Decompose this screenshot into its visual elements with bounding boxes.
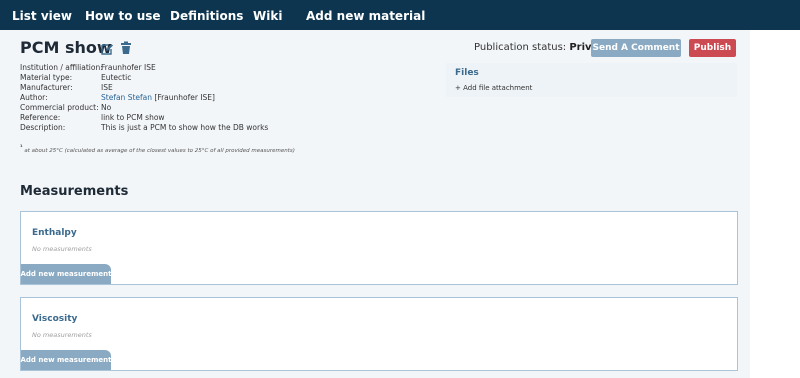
nav-list-view[interactable]: List view (12, 9, 72, 23)
measurement-card-enthalpy: Enthalpy No measurements Add new measure… (20, 211, 738, 285)
property-key: Material type: (20, 73, 73, 82)
publication-status-label: Publication status: (474, 42, 567, 53)
property-key: Description: (20, 123, 66, 132)
nav-add-new-material[interactable]: Add new material (306, 9, 425, 23)
property-row: Reference: link to PCM show (20, 113, 268, 123)
material-properties: Institution / affiliation: Fraunhofer IS… (20, 63, 268, 133)
add-file-attachment-link[interactable]: + Add file attachment (455, 84, 532, 92)
measurement-empty-text: No measurements (32, 245, 92, 253)
property-value: Fraunhofer ISE (101, 63, 156, 72)
measurement-card-viscosity: Viscosity No measurements Add new measur… (20, 297, 738, 371)
property-value: No (101, 103, 112, 112)
footnote-text: at about 25°C (calculated as average of … (24, 147, 295, 154)
property-key: Institution / affiliation: (20, 63, 103, 72)
property-value: This is just a PCM to show how the DB wo… (101, 123, 269, 132)
property-row: Author: Stefan Stefan [Fraunhofer ISE] (20, 93, 268, 103)
measurement-empty-text: No measurements (32, 331, 92, 339)
measurements-heading: Measurements (20, 184, 129, 199)
nav-wiki[interactable]: Wiki (253, 9, 282, 23)
measurement-card-title: Viscosity (32, 314, 78, 324)
edit-icon[interactable] (100, 41, 114, 55)
property-value: Stefan Stefan [Fraunhofer ISE] (101, 93, 215, 103)
property-row: Material type: Eutectic (20, 73, 268, 83)
property-key: Manufacturer: (20, 83, 73, 92)
publication-status: Publication status: Private (474, 42, 610, 53)
property-key: Author: (20, 93, 48, 102)
reference-link[interactable]: link to PCM show (101, 113, 165, 123)
add-measurement-button[interactable]: Add new measurement (21, 264, 112, 284)
property-key: Reference: (20, 113, 61, 122)
property-row: Institution / affiliation: Fraunhofer IS… (20, 63, 268, 73)
top-navbar: List view How to use Definitions Wiki Ad… (0, 0, 800, 30)
publish-button[interactable]: Publish (689, 39, 736, 57)
add-measurement-button[interactable]: Add new measurement (21, 350, 112, 370)
files-title: Files (455, 68, 479, 78)
author-link[interactable]: Stefan Stefan (101, 93, 152, 102)
property-key: Commercial product: (20, 103, 99, 112)
page-title: PCM show (20, 38, 112, 57)
files-panel: Files + Add file attachment (446, 63, 737, 97)
trash-icon[interactable] (119, 40, 133, 54)
nav-how-to-use[interactable]: How to use (85, 9, 161, 23)
measurement-card-title: Enthalpy (32, 228, 77, 238)
property-value: Eutectic (101, 73, 132, 82)
nav-definitions[interactable]: Definitions (170, 9, 243, 23)
property-row: Description: This is just a PCM to show … (20, 123, 268, 133)
author-affiliation: [Fraunhofer ISE] (154, 93, 215, 102)
send-comment-button[interactable]: Send A Comment (591, 39, 681, 57)
property-row: Commercial product: No (20, 103, 268, 113)
footnote: ¹ at about 25°C (calculated as average o… (20, 144, 295, 154)
property-row: Manufacturer: ISE (20, 83, 268, 93)
footnote-mark: ¹ (20, 144, 23, 151)
property-value: ISE (101, 83, 113, 92)
